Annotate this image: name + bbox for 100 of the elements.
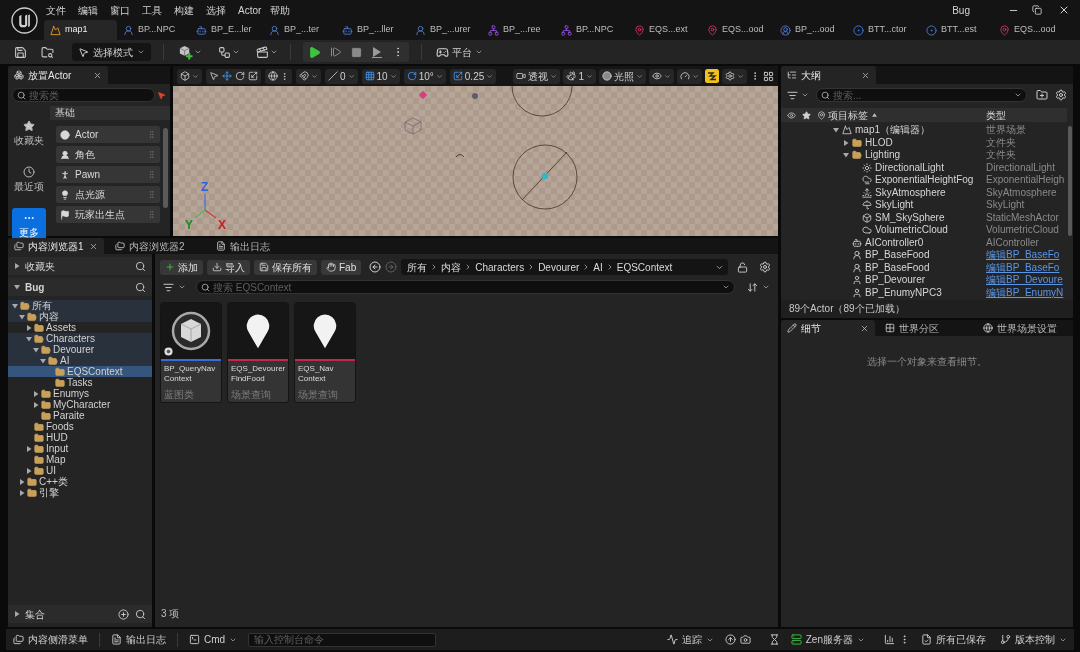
caret-down-icon[interactable] <box>178 283 186 291</box>
document-tab[interactable]: BP_...urer <box>409 20 482 40</box>
caret-right-icon[interactable] <box>33 401 39 408</box>
category-button[interactable]: 收藏夹 <box>12 116 46 150</box>
actor-item[interactable]: 玩家出生点 <box>56 206 160 223</box>
caret-down-icon[interactable] <box>435 72 443 80</box>
folder-item[interactable]: Devourer <box>8 344 152 355</box>
folder-search-icon[interactable] <box>41 45 54 59</box>
toolbar-button[interactable]: 添加 <box>160 259 203 275</box>
caret-right-icon[interactable] <box>843 139 849 146</box>
actor-name[interactable]: SM_SkySphere <box>875 211 945 224</box>
document-tab[interactable]: BTT...ctor <box>847 20 920 40</box>
add-icon[interactable] <box>118 608 129 620</box>
unlock-icon[interactable] <box>737 261 748 273</box>
folder-plus-icon[interactable] <box>1036 89 1048 101</box>
close-icon[interactable] <box>860 323 869 333</box>
zigzag-icon[interactable] <box>705 69 719 83</box>
clapperboard-icon[interactable] <box>256 45 269 59</box>
asset-tile[interactable]: EQS_Nav Context 场景查询 <box>294 302 356 403</box>
cube-plus-icon[interactable] <box>178 44 193 60</box>
close-icon[interactable] <box>89 241 98 251</box>
document-tab[interactable]: EQS...ood <box>993 20 1066 40</box>
menu-item[interactable]: 工具 <box>140 2 172 18</box>
folder-item[interactable]: 引擎 <box>8 487 152 498</box>
document-tab[interactable]: BP_...ree <box>482 20 555 40</box>
caret-down-icon[interactable] <box>1014 91 1022 99</box>
panel-tab[interactable]: 细节 <box>781 320 875 336</box>
folder-item[interactable]: Tasks <box>8 377 152 388</box>
folder-item[interactable]: MyCharacter <box>8 399 152 410</box>
search-icon[interactable] <box>135 260 146 272</box>
document-tab[interactable]: BP_...ller <box>336 20 409 40</box>
path-segment[interactable]: 所有 <box>407 259 428 275</box>
toolbar-button[interactable]: 导入 <box>207 259 250 275</box>
settings-dropdown[interactable] <box>722 68 747 84</box>
pointer-icon[interactable] <box>209 71 219 81</box>
caret-right-icon[interactable] <box>14 263 20 269</box>
caret-right-icon[interactable] <box>26 445 32 452</box>
edit-link[interactable]: 编辑BP_EnumyN <box>986 286 1064 299</box>
menu-item[interactable]: 选择 <box>204 2 236 18</box>
menu-item[interactable]: Actor <box>236 2 268 18</box>
coordinate-dropdown[interactable] <box>265 68 292 84</box>
actor-name[interactable]: AIController0 <box>865 236 924 249</box>
document-tab[interactable]: BP...NPC <box>117 20 190 40</box>
settings-icon[interactable] <box>759 261 771 273</box>
scrollbar[interactable] <box>163 128 168 208</box>
transform-toolbar[interactable] <box>206 68 261 84</box>
actor-name[interactable]: VolumetricCloud <box>875 224 948 237</box>
toolbar-button[interactable]: 保存所有 <box>254 259 317 275</box>
document-tab[interactable]: BTT...est <box>920 20 993 40</box>
panel-tab[interactable]: 放置Actor <box>8 66 108 84</box>
close-icon[interactable] <box>93 70 102 80</box>
camera-speed-dropdown[interactable]: 1 <box>563 68 596 84</box>
sort-ascending-icon[interactable] <box>872 113 877 117</box>
chart-icon[interactable] <box>884 634 895 645</box>
caret-right-icon[interactable] <box>26 324 32 331</box>
caret-right-icon[interactable] <box>19 478 25 485</box>
menu-item[interactable]: 窗口 <box>108 2 140 18</box>
actor-item[interactable]: 角色 <box>56 146 160 163</box>
folder-item[interactable]: Paraite <box>8 410 152 421</box>
caret-down-icon[interactable] <box>40 357 46 364</box>
actor-name[interactable]: Lighting <box>865 149 901 162</box>
document-tab[interactable]: EQS...ext <box>628 20 701 40</box>
eject-icon[interactable] <box>371 46 383 58</box>
actor-name[interactable]: BP_BaseFood <box>865 249 930 262</box>
folder-item[interactable]: C++类 <box>8 476 152 487</box>
caret-down-icon[interactable] <box>801 91 809 99</box>
stop-icon[interactable] <box>351 46 362 58</box>
actor-name[interactable]: BP_BaseFood <box>865 261 930 274</box>
upload-circle-icon[interactable] <box>724 634 736 645</box>
rotation-snap-button[interactable]: 10° <box>403 68 446 84</box>
save-icon[interactable] <box>14 45 27 59</box>
actor-item[interactable]: Pawn <box>56 166 160 183</box>
caret-down-icon[interactable] <box>19 313 25 320</box>
pin-icon[interactable] <box>817 110 826 120</box>
panel-tab[interactable]: 大纲 <box>781 66 876 84</box>
restore-icon[interactable] <box>1032 5 1042 15</box>
panel-tab[interactable]: 输出日志 <box>210 238 306 254</box>
camera-icon[interactable] <box>739 634 751 645</box>
caret-down-icon[interactable] <box>762 283 770 291</box>
snap-dropdown[interactable] <box>296 68 321 84</box>
panel-tab[interactable]: 世界场景设置 <box>977 320 1071 336</box>
actor-name[interactable]: map1（编辑器） <box>855 124 930 137</box>
menu-item[interactable]: 文件 <box>44 2 76 18</box>
star-icon[interactable] <box>802 110 811 120</box>
folder-item[interactable]: Map <box>8 454 152 465</box>
caret-right-icon[interactable] <box>26 467 32 474</box>
collections-header[interactable]: 集合 <box>25 606 45 622</box>
menu-item[interactable]: 构建 <box>172 2 204 18</box>
play-icon[interactable] <box>308 45 321 59</box>
caret-down-icon[interactable] <box>486 72 494 80</box>
caret-down-icon[interactable] <box>192 72 199 80</box>
caret-down-icon[interactable] <box>843 152 849 159</box>
panel-tab[interactable]: 世界分区 <box>879 320 973 336</box>
layout-icon[interactable] <box>763 70 774 82</box>
platforms-button[interactable]: 平台 <box>436 44 483 60</box>
console-input[interactable]: 输入控制台命令 <box>248 632 437 647</box>
filter-icon[interactable] <box>787 89 798 101</box>
actor-name[interactable]: SkyLight <box>875 199 914 212</box>
document-tab[interactable]: BP_...ood <box>774 20 847 40</box>
show-dropdown[interactable] <box>649 68 674 84</box>
